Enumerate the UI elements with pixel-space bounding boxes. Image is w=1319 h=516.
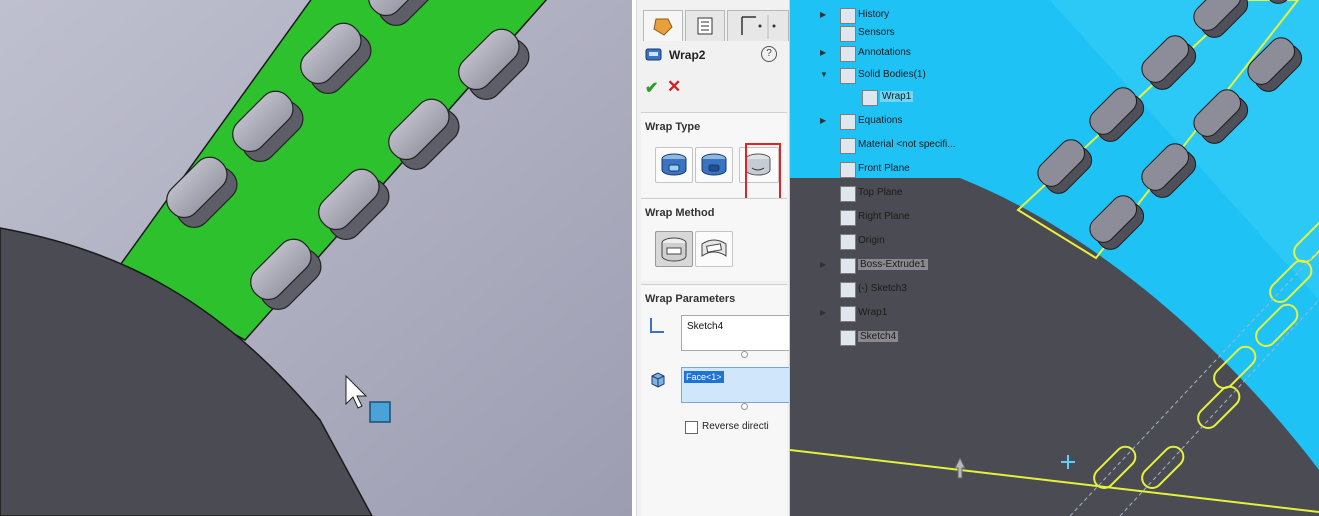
tree-item-label: Boss-Extrude1	[858, 259, 928, 270]
wrap-method-title: Wrap Method	[645, 207, 715, 219]
sketch-selection-icon	[650, 318, 664, 333]
origin-icon	[840, 234, 856, 250]
wrap-type-title: Wrap Type	[645, 121, 701, 133]
tree-item-label: History	[858, 9, 890, 20]
tree-item-top-plane[interactable]: Top Plane	[820, 184, 1020, 204]
spline-surface-method-button[interactable]	[695, 231, 733, 267]
equations-icon	[840, 114, 856, 130]
tree-item-sketch4[interactable]: Sketch4	[820, 328, 1020, 348]
tab-feature-manager[interactable]	[685, 10, 725, 41]
tree-item-label: Origin	[858, 235, 885, 246]
ok-button[interactable]: ✔	[645, 78, 658, 98]
tree-item-material[interactable]: Material <not specifi...	[820, 136, 1020, 156]
sketch-field[interactable]: Sketch4	[681, 315, 789, 351]
tree-item-label: Solid Bodies(1)	[858, 69, 926, 80]
analytical-method-button[interactable]	[655, 231, 693, 267]
expand-arrow-icon[interactable]: ▶	[820, 260, 826, 269]
tree-item-wrap1-body[interactable]: Wrap1	[820, 88, 1020, 108]
face-field-resize-handle[interactable]	[741, 403, 748, 410]
reverse-direction-checkbox[interactable]	[685, 421, 698, 434]
tree-item-history[interactable]: ▶ History	[820, 6, 1020, 26]
tree-item-solid-bodies[interactable]: ▼ Solid Bodies(1)	[820, 66, 1020, 86]
material-icon	[840, 138, 856, 154]
collapse-arrow-icon[interactable]: ▼	[820, 70, 828, 79]
wrap-method-section: Wrap Method	[641, 198, 787, 281]
tree-item-label: (-) Sketch3	[858, 283, 907, 294]
cancel-button[interactable]: ✕	[667, 77, 681, 97]
expand-arrow-icon[interactable]: ▶	[820, 308, 826, 317]
expand-arrow-icon[interactable]: ▶	[820, 48, 826, 57]
sketch-field-value: Sketch4	[687, 321, 724, 332]
history-icon	[840, 8, 856, 24]
emboss-type-button[interactable]	[655, 147, 693, 183]
solid-bodies-icon	[840, 68, 856, 84]
tree-item-label: Sensors	[858, 27, 895, 38]
expand-arrow-icon[interactable]: ▶	[820, 10, 826, 19]
tab-configuration-manager[interactable]	[727, 10, 789, 41]
sketch-field-resize-handle[interactable]	[741, 351, 748, 358]
tree-item-wrap1-feature[interactable]: ▶ Wrap1	[820, 304, 1020, 324]
plane-icon	[840, 186, 856, 202]
tree-item-front-plane[interactable]: Front Plane	[820, 160, 1020, 180]
wrap-type-section: Wrap Type	[641, 112, 787, 201]
plane-icon	[840, 210, 856, 226]
sensors-icon	[840, 26, 856, 42]
plane-icon	[840, 162, 856, 178]
deboss-type-button[interactable]	[695, 147, 733, 183]
tree-item-label: Sketch4	[858, 331, 899, 342]
tree-item-sketch3[interactable]: (-) Sketch3	[820, 280, 1020, 300]
feature-name: Wrap2	[669, 48, 706, 62]
tree-item-sensors[interactable]: Sensors	[820, 24, 1020, 44]
tree-item-boss-extrude1[interactable]: ▶ Boss-Extrude1	[820, 256, 1020, 276]
tree-item-right-plane[interactable]: Right Plane	[820, 208, 1020, 228]
face-field[interactable]: Face<1>	[681, 367, 789, 403]
tree-item-label: Annotations	[858, 47, 911, 58]
help-button[interactable]: ?	[761, 46, 777, 62]
tree-item-label: Wrap1	[858, 307, 888, 318]
scribe-highlight-box	[745, 143, 781, 201]
tree-item-label: Wrap1	[880, 91, 914, 102]
spline-surface-method-icon	[701, 239, 727, 257]
tree-item-equations[interactable]: ▶ Equations	[820, 112, 1020, 132]
tree-item-label: Top Plane	[858, 187, 903, 198]
emboss-type-icon	[661, 153, 687, 176]
wrap-feature-icon	[840, 306, 856, 322]
tree-item-label: Material <not specifi...	[858, 139, 956, 150]
tree-item-origin[interactable]: Origin	[820, 232, 1020, 252]
analytical-method-icon	[661, 237, 687, 262]
property-manager-panel: Wrap2 ? ✔ ✕ Wrap Type Wrap Method Wrap P…	[636, 0, 790, 516]
property-manager-icon	[653, 18, 673, 36]
annotations-icon	[840, 46, 856, 62]
face-selection-icon	[651, 372, 665, 388]
left-graphics-viewport[interactable]	[0, 0, 632, 516]
tree-item-annotations[interactable]: ▶ Annotations	[820, 44, 1020, 64]
wrap-parameters-section: Wrap Parameters Sketch4 Face<1> Reverse …	[641, 284, 789, 516]
deboss-type-icon	[701, 153, 727, 176]
tree-item-label: Right Plane	[858, 211, 910, 222]
tree-item-label: Equations	[858, 115, 903, 126]
sketch-icon	[840, 330, 856, 346]
wrap-feature-icon	[645, 48, 662, 61]
wrap-parameters-title: Wrap Parameters	[645, 293, 736, 305]
tab-property-manager[interactable]	[643, 10, 683, 41]
expand-arrow-icon[interactable]: ▶	[820, 116, 826, 125]
face-field-value: Face<1>	[684, 371, 724, 383]
sketch-icon	[840, 282, 856, 298]
solid-body-icon	[862, 90, 878, 106]
feature-manager-tree: ▶ History Sensors ▶ Annotations ▼ Solid …	[820, 6, 1020, 386]
tree-item-label: Front Plane	[858, 163, 910, 174]
boss-extrude-icon	[840, 258, 856, 274]
manager-tabs	[641, 4, 789, 41]
configuration-manager-icon	[741, 16, 756, 35]
right-graphics-viewport[interactable]: ▶ History Sensors ▶ Annotations ▼ Solid …	[790, 0, 1319, 516]
feature-title-row: Wrap2 ?	[645, 44, 785, 68]
reverse-direction-label: Reverse directi	[702, 421, 769, 432]
